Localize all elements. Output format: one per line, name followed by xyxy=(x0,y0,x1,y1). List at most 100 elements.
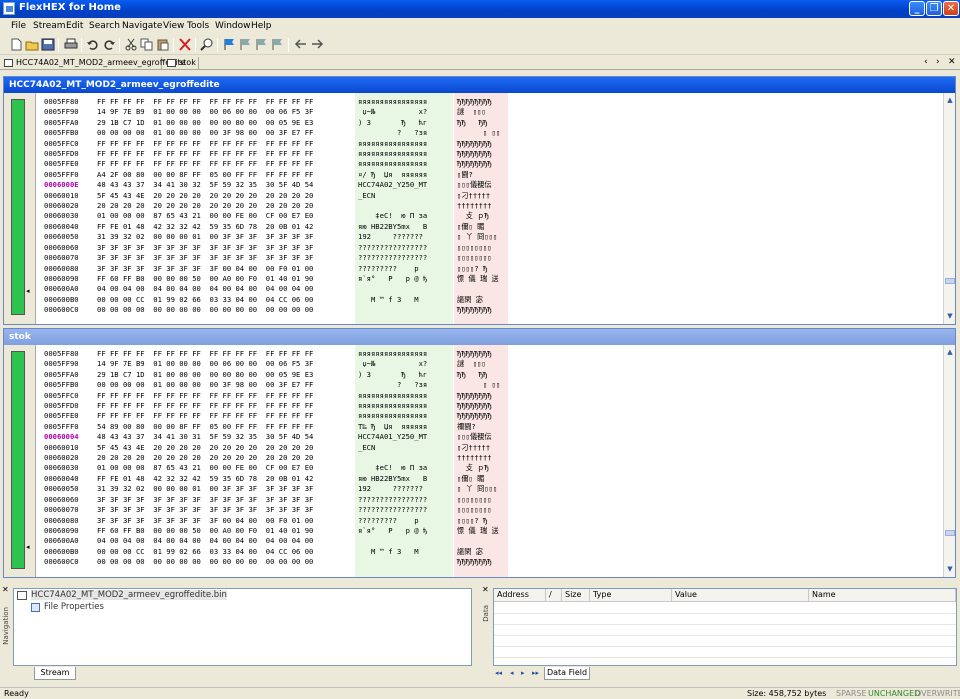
paste-icon[interactable] xyxy=(156,38,170,51)
app-icon xyxy=(3,2,15,15)
toolbar xyxy=(0,35,960,55)
hex-row-cell: яяяяяяяяяяяяяяяя xyxy=(358,159,428,169)
ascii-column[interactable]: яяяяяяяяяяяяяяяя џ~№ х?) З Ђ ћг ? ?зя яяя… xyxy=(355,345,453,577)
bookmark-prev-icon[interactable] xyxy=(239,38,253,51)
change-map-bar[interactable] xyxy=(11,99,25,315)
hex-row-cell: яю HB22BY5mx B xyxy=(358,221,428,231)
navigation-close-button[interactable]: ✕ xyxy=(2,585,9,594)
change-map-bar[interactable] xyxy=(11,351,25,569)
column-sort[interactable]: / xyxy=(546,589,562,602)
hex-row-cell: FF 60 FF B0 00 00 00 50 00 A0 00 F0 01 4… xyxy=(97,525,314,535)
tree-item-file[interactable]: HCC74A02_MT_MOD2_armeev_egroffedite.bin xyxy=(31,590,227,600)
undo-icon[interactable] xyxy=(86,38,100,51)
new-icon[interactable] xyxy=(9,38,23,51)
scroll-thumb[interactable] xyxy=(945,530,955,536)
hex-row-cell: 00060080 xyxy=(44,515,79,525)
scroll-thumb[interactable] xyxy=(945,278,955,284)
column-size[interactable]: Size xyxy=(562,589,590,602)
hex-row-cell: яяяяяяяяяяяяяяяя xyxy=(358,149,428,159)
open-icon[interactable] xyxy=(25,38,39,51)
hex-row-cell: 00060010 xyxy=(44,442,79,452)
menu-file[interactable]: File xyxy=(11,21,26,31)
hex-row-cell: яяяяяяяяяяяяяяяя xyxy=(358,349,428,358)
column-address[interactable]: Address xyxy=(494,589,546,602)
hex-row-cell: 0005FF90 xyxy=(44,359,79,369)
hex-row-cell: 謎 ▯▯▯ xyxy=(457,107,486,117)
menu-search[interactable]: Search xyxy=(89,21,120,31)
hex-row-cell: 00060090 xyxy=(44,525,79,535)
hex-column[interactable]: FF FF FF FF FF FF FF FF FF FF FF FF FF F… xyxy=(97,349,353,568)
close-button[interactable]: ✕ xyxy=(943,1,959,16)
menu-edit[interactable]: Edit xyxy=(66,21,83,31)
nav-last-icon[interactable]: ▸▸ xyxy=(532,669,539,677)
file-icon xyxy=(4,59,13,67)
cut-icon[interactable] xyxy=(124,38,138,51)
tab-data-field[interactable]: Data Field xyxy=(544,667,590,680)
tab-scroll-left[interactable]: ‹ xyxy=(924,57,928,67)
hex-row-cell xyxy=(358,536,453,546)
bookmark-icon[interactable] xyxy=(223,38,237,51)
hex-row-cell xyxy=(457,536,508,546)
menu-help[interactable]: Help xyxy=(251,21,272,31)
bookmark-next-icon[interactable] xyxy=(255,38,269,51)
hex-row-cell: FF FF FF FF FF FF FF FF FF FF FF FF FF F… xyxy=(97,390,314,400)
menu-tools[interactable]: Tools xyxy=(187,21,209,31)
copy-icon[interactable] xyxy=(140,38,154,51)
vertical-scrollbar[interactable]: ▲ ▼ xyxy=(943,93,955,324)
hex-row-cell: 0005FFE0 xyxy=(44,411,79,421)
ascii-column[interactable]: яяяяяяяяяяяяяяяя џ~№ х?) З Ђ ћг ? ?зя яяя… xyxy=(355,93,453,324)
hex-row-cell: FF FF FF FF FF FF FF FF FF FF FF FF FF F… xyxy=(97,149,314,159)
hex-row-cell: 29 1B C7 1D 01 00 00 00 00 00 80 00 00 0… xyxy=(97,369,314,379)
nav-prev-icon[interactable]: ◂ xyxy=(510,669,514,677)
menu-stream[interactable]: Stream xyxy=(33,21,66,31)
forward-icon[interactable] xyxy=(310,38,324,51)
vertical-scrollbar[interactable]: ▲ ▼ xyxy=(943,345,955,577)
hex-row-cell: яяяяяяяяяяяяяяяя xyxy=(358,97,428,106)
tab-stream[interactable]: Stream xyxy=(34,667,76,680)
hex-row-cell: 3F 3F 3F 3F 3F 3F 3F 3F 3F 3F 3F 3F 3F 3… xyxy=(97,505,314,515)
maximize-button[interactable]: ❐ xyxy=(926,1,942,16)
tab-scroll-right[interactable]: › xyxy=(936,57,940,67)
scroll-down-icon[interactable]: ▼ xyxy=(944,311,956,322)
save-icon[interactable] xyxy=(41,38,55,51)
hex-row-cell: 00060020 xyxy=(44,453,79,463)
tab-hcc74a02[interactable]: HCC74A02_MT_MOD2_armeev_egroffedite xyxy=(2,57,185,70)
hex-row-cell: 31 39 32 02 00 00 00 01 00 3F 3F 3F 3F 3… xyxy=(97,232,314,242)
nav-next-icon[interactable]: ▸ xyxy=(521,669,525,677)
ebcdic-column[interactable]: ЂЂЂЂЂЂЂЂ 謎 ▯▯▯ ЂЂ ЂЂ ▯ ▯▯ ЂЂЂЂЂЂЂЂ ЂЂЂЂЂЂЂЂ Ђ… xyxy=(454,345,508,577)
hex-row-cell: 0005FFB0 xyxy=(44,128,79,138)
scroll-up-icon[interactable]: ▲ xyxy=(944,95,956,106)
file-icon xyxy=(167,59,176,67)
hex-row-cell: 0005FFA0 xyxy=(44,369,79,379)
hex-row-cell: 000600C0 xyxy=(44,557,79,567)
hex-row-cell: ЂЂЂЂЂЂЂЂ xyxy=(457,411,492,421)
column-value[interactable]: Value xyxy=(672,589,809,602)
hex-row-cell: FF FF FF FF FF FF FF FF FF FF FF FF FF F… xyxy=(97,401,314,411)
hex-pane-hcc74a02: HCC74A02_MT_MOD2_armeev_egroffedite ◂ 00… xyxy=(3,76,956,325)
tab-stok[interactable]: stok xyxy=(165,57,199,70)
scroll-up-icon[interactable]: ▲ xyxy=(944,347,956,358)
ebcdic-column[interactable]: ЂЂЂЂЂЂЂЂ 謎 ▯▯▯ ЂЂ ЂЂ ▯ ▯▯ ЂЂЂЂЂЂЂЂ ЂЂЂЂЂЂЂЂ Ђ… xyxy=(454,93,508,324)
hex-row-cell: ) З Ђ ћг xyxy=(358,117,428,127)
print-icon[interactable] xyxy=(64,38,78,51)
redo-icon[interactable] xyxy=(102,38,116,51)
hex-row-cell: M ™ f 3 M xyxy=(358,546,428,556)
hex-column[interactable]: FF FF FF FF FF FF FF FF FF FF FF FF FF F… xyxy=(97,97,353,316)
hex-row-cell: 000600B0 xyxy=(44,294,79,304)
menu-view[interactable]: View xyxy=(163,21,184,31)
nav-first-icon[interactable]: ◂◂ xyxy=(495,669,502,677)
bookmark-clear-icon[interactable] xyxy=(271,38,285,51)
minimize-button[interactable]: _ xyxy=(909,1,925,16)
tree-item-properties[interactable]: File Properties xyxy=(44,602,104,612)
menu-window[interactable]: Window xyxy=(215,21,251,31)
column-type[interactable]: Type xyxy=(590,589,672,602)
tab-close-button[interactable]: ✕ xyxy=(948,57,956,67)
column-name[interactable]: Name xyxy=(809,589,956,602)
back-icon[interactable] xyxy=(294,38,308,51)
scroll-down-icon[interactable]: ▼ xyxy=(944,564,956,575)
menu-navigate[interactable]: Navigate xyxy=(122,21,162,31)
hex-row-cell: 0005FF90 xyxy=(44,107,79,117)
find-icon[interactable] xyxy=(200,38,214,51)
delete-icon[interactable] xyxy=(178,38,192,51)
data-close-button[interactable]: ✕ xyxy=(482,585,489,594)
